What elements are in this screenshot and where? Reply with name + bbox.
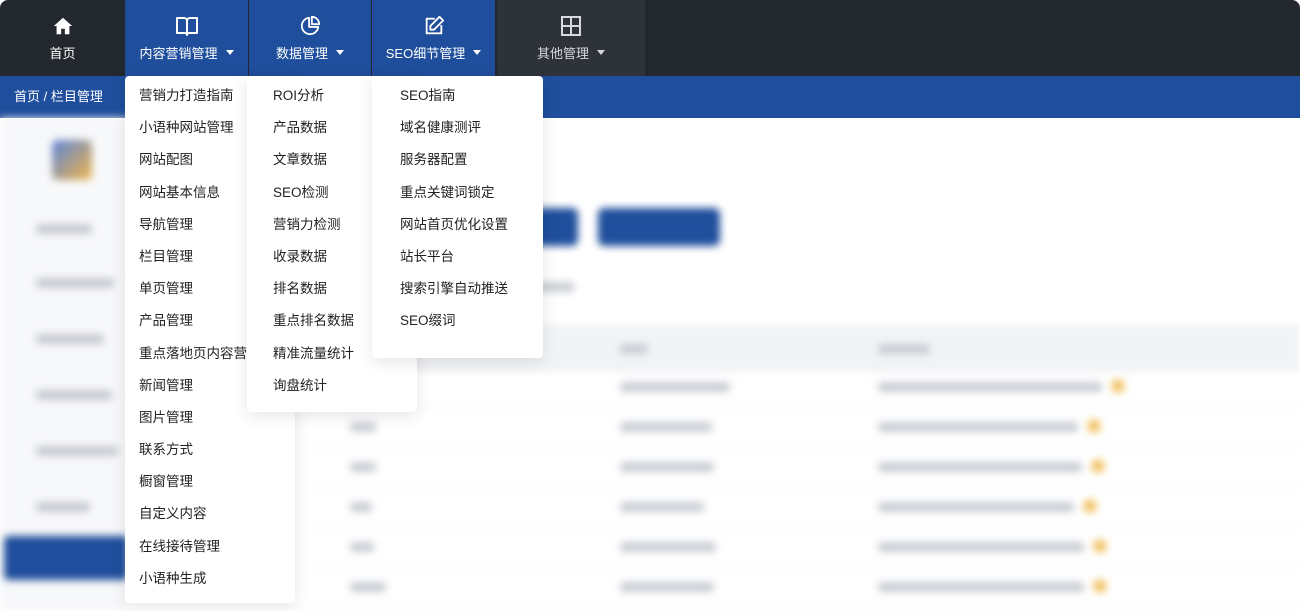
sidebar-placeholder [36,278,114,288]
nav-home[interactable]: 首页 [0,0,125,76]
copy-icon [1088,420,1100,432]
menu-item[interactable]: SEO缀词 [372,305,543,337]
menu-item[interactable]: 自定义内容 [125,498,295,530]
nav-data-management[interactable]: 数据管理 [249,0,371,76]
blurred-text [878,502,1074,512]
logo [52,140,92,180]
copy-icon [1094,540,1106,552]
copy-icon [1084,500,1096,512]
blurred-text [350,542,374,552]
nav-label: 内容营销管理 [139,46,218,61]
blurred-text [878,344,930,354]
blurred-button [598,208,720,246]
copy-icon [1094,580,1106,592]
breadcrumb: 首页 / 栏目管理 [14,89,103,104]
menu-item[interactable]: 域名健康测评 [372,112,543,144]
copy-icon [1092,460,1104,472]
nav-other-management[interactable]: 其他管理 [497,0,645,76]
menu-item[interactable]: 服务器配置 [372,144,543,176]
blurred-text [620,422,712,432]
nav-label: 其他管理 [536,46,589,61]
nav-label: SEO细节管理 [385,46,466,61]
edit-icon [422,14,446,38]
table-divider [300,407,1300,408]
blurred-text [350,462,376,472]
blurred-text [620,502,704,512]
sidebar-active-item [4,536,128,580]
book-icon [175,14,199,38]
blurred-text [350,422,376,432]
menu-item[interactable]: 小语种生成 [125,563,295,595]
dropdown-seo-details: SEO指南 域名健康测评 服务器配置 重点关键词锁定 网站首页优化设置 站长平台… [372,76,543,358]
nav-label: 首页 [49,46,76,61]
sidebar-placeholder [36,446,118,456]
menu-item[interactable]: 网站首页优化设置 [372,209,543,241]
top-nav-bar: 首页 内容营销管理 数据管理 SEO细节管理 其他管理 [0,0,1300,76]
nav-label: 数据管理 [275,46,328,61]
chevron-down-icon [336,50,344,55]
sidebar-placeholder [36,334,104,344]
menu-item[interactable]: 搜索引擎自动推送 [372,273,543,305]
blurred-text [878,542,1084,552]
blurred-text [878,462,1082,472]
table-divider [300,527,1300,528]
sidebar-placeholder [36,224,92,234]
home-icon [51,14,75,38]
menu-item[interactable]: 联系方式 [125,434,295,466]
blurred-text [878,582,1084,592]
menu-item[interactable]: 站长平台 [372,241,543,273]
blurred-text [620,542,716,552]
menu-item[interactable]: SEO指南 [372,80,543,112]
chevron-down-icon [225,50,234,55]
menu-item[interactable]: 询盘统计 [247,370,417,402]
table-divider [300,567,1300,568]
copy-icon [1112,380,1124,392]
nav-seo-details[interactable]: SEO细节管理 [372,0,495,76]
sidebar [0,118,128,611]
blurred-text [878,382,1102,392]
nav-content-marketing[interactable]: 内容营销管理 [125,0,248,76]
blurred-text [350,582,386,592]
blurred-text [620,582,714,592]
blurred-text [620,462,714,472]
blurred-text [620,344,648,354]
table-divider [300,447,1300,448]
blurred-text [878,422,1078,432]
table-divider [300,607,1300,608]
menu-item[interactable]: 橱窗管理 [125,466,295,498]
chevron-down-icon [473,50,482,55]
chevron-down-icon [597,50,605,55]
menu-item[interactable]: 重点关键词锁定 [372,177,543,209]
blurred-text [350,502,372,512]
sidebar-placeholder [36,502,90,512]
sidebar-placeholder [36,390,112,400]
pie-chart-icon [298,14,322,38]
table-divider [300,487,1300,488]
blurred-text [620,382,730,392]
menu-item[interactable]: 在线接待管理 [125,531,295,563]
grid-icon [559,14,583,38]
